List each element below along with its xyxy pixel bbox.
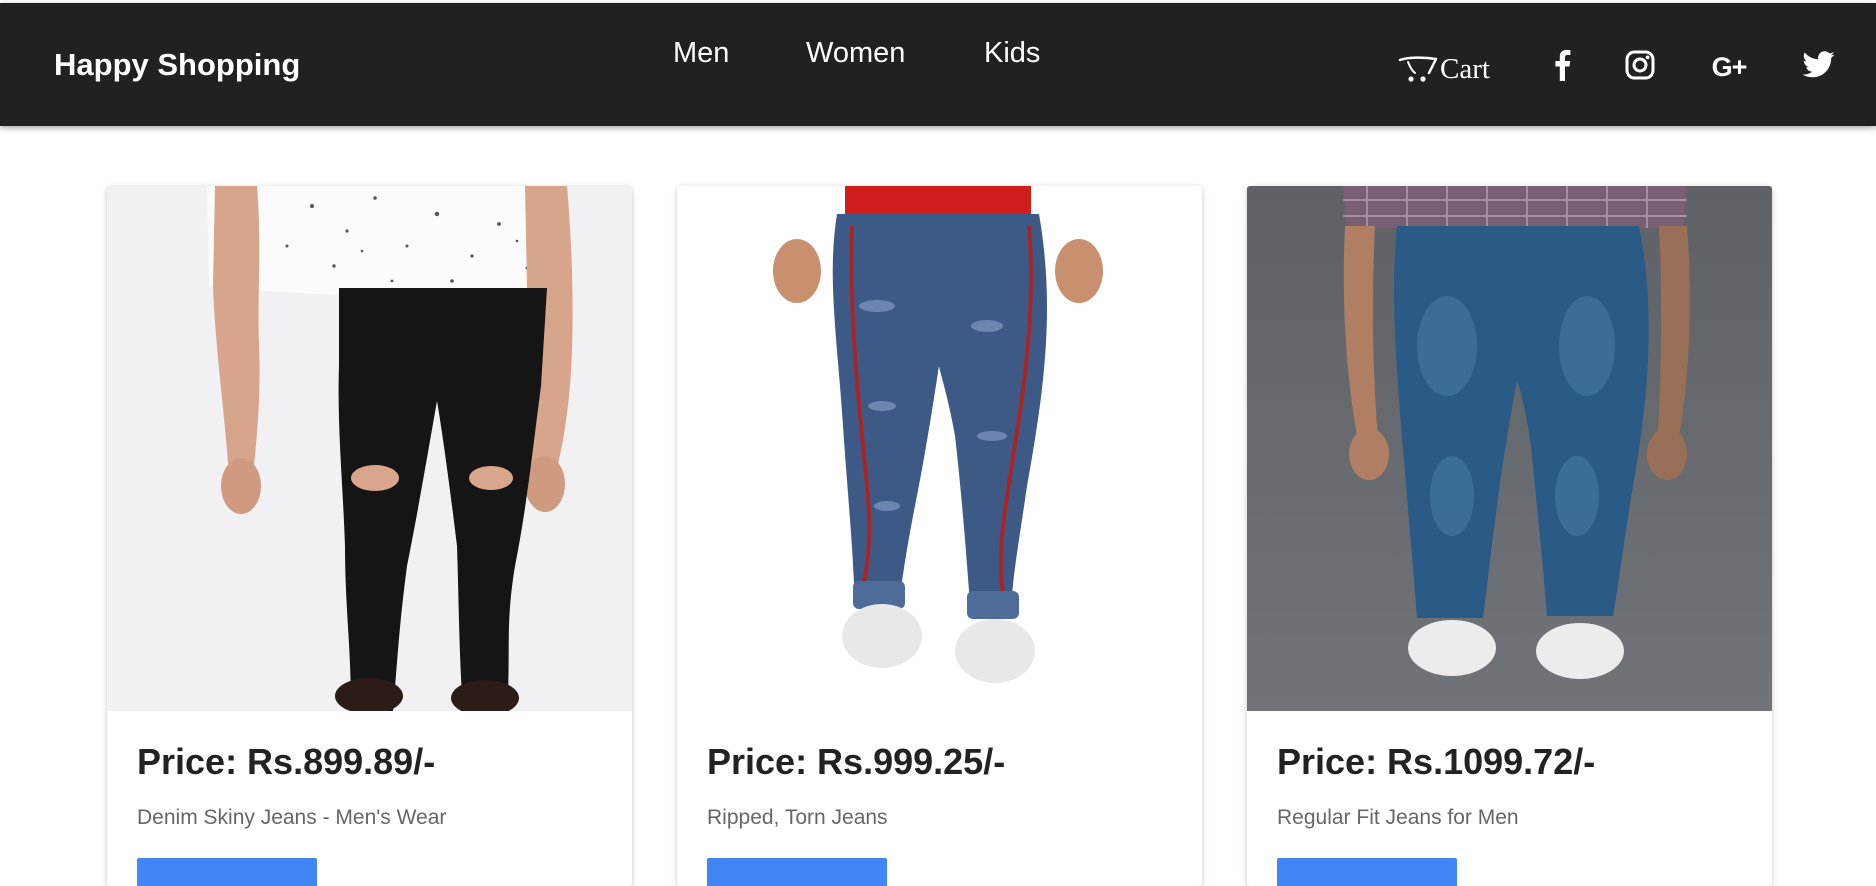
product-image[interactable]: [1247, 186, 1772, 711]
add-to-cart-button[interactable]: [707, 858, 887, 886]
product-image[interactable]: [677, 186, 1202, 711]
product-description: Denim Skiny Jeans - Men's Wear: [137, 806, 447, 829]
facebook-link[interactable]: [1540, 47, 1584, 87]
instagram-link[interactable]: [1618, 47, 1662, 87]
google-plus-link[interactable]: G+: [1707, 47, 1751, 87]
product-card[interactable]: Price: Rs.1099.72/- Regular Fit Jeans fo…: [1247, 186, 1772, 886]
product-card[interactable]: Price: Rs.899.89/- Denim Skiny Jeans - M…: [107, 186, 632, 886]
nav-link-men[interactable]: Men: [673, 37, 729, 70]
nav-link-women[interactable]: Women: [806, 37, 905, 70]
product-price: Price: Rs.999.25/-: [707, 741, 1006, 782]
product-image[interactable]: [107, 186, 632, 711]
google-plus-icon: G+: [1711, 51, 1748, 82]
add-to-cart-button[interactable]: [137, 858, 317, 886]
twitter-link[interactable]: [1797, 47, 1841, 87]
facebook-icon: [1553, 49, 1571, 86]
nav-link-kids[interactable]: Kids: [984, 37, 1040, 70]
add-to-cart-button[interactable]: [1277, 858, 1457, 886]
cart-link[interactable]: Cart: [1398, 49, 1490, 89]
product-description: Ripped, Torn Jeans: [707, 806, 888, 829]
cart-label: Cart: [1440, 52, 1490, 85]
twitter-icon: [1802, 51, 1835, 83]
brand-logo[interactable]: Happy Shopping: [54, 47, 300, 83]
product-card[interactable]: Price: Rs.999.25/- Ripped, Torn Jeans: [677, 186, 1202, 886]
product-price: Price: Rs.899.89/-: [137, 741, 436, 782]
product-description: Regular Fit Jeans for Men: [1277, 806, 1519, 829]
top-navbar: Happy Shopping Men Women Kids Cart G+: [0, 3, 1876, 126]
cart-icon: [1398, 52, 1438, 87]
instagram-icon: [1625, 50, 1655, 85]
product-price: Price: Rs.1099.72/-: [1277, 741, 1596, 782]
